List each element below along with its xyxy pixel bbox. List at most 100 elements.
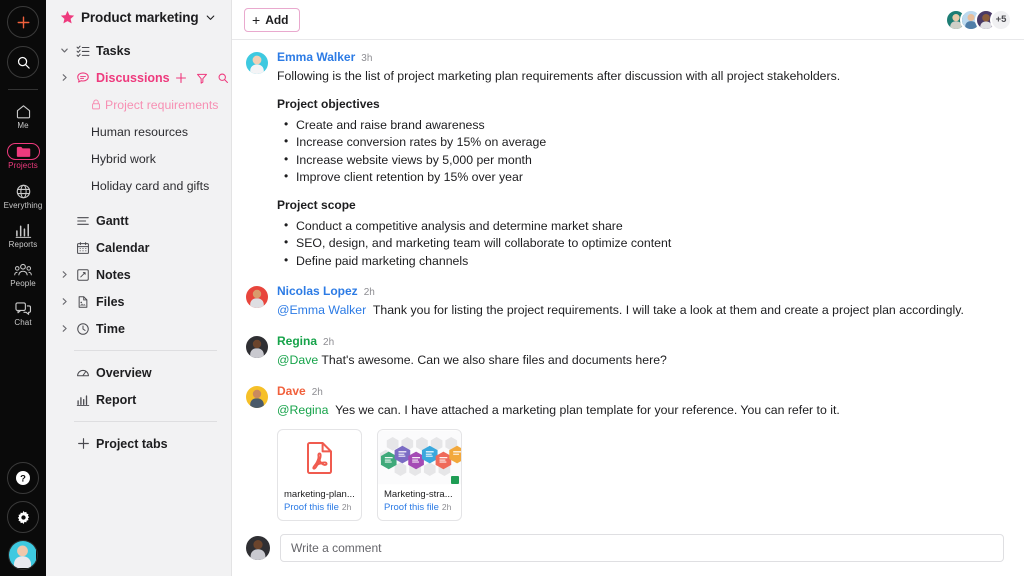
search-icon[interactable] bbox=[217, 72, 229, 84]
sidebar-item-label: Time bbox=[96, 321, 125, 336]
sidebar-item-discussions[interactable]: Discussions bbox=[56, 64, 228, 91]
member-avatar-stack[interactable]: +5 bbox=[945, 8, 1012, 31]
post-author[interactable]: Nicolas Lopez bbox=[277, 284, 358, 298]
discussion-thread: Emma Walker 3h Following is the list of … bbox=[232, 40, 1024, 530]
active-pill bbox=[6, 142, 40, 160]
proof-file-link[interactable]: Proof this file 2h bbox=[284, 502, 355, 513]
sidebar-item-tasks[interactable]: Tasks bbox=[56, 37, 221, 64]
sidebar-divider bbox=[74, 350, 217, 351]
post-text-body: Yes we can. I have attached a marketing … bbox=[335, 402, 840, 417]
global-nav-rail: Me Projects Everything Reports People Ch… bbox=[0, 0, 46, 576]
chevron-right-icon[interactable] bbox=[58, 297, 70, 306]
avatar-image bbox=[9, 541, 36, 568]
sidebar-item-time[interactable]: Time bbox=[56, 315, 221, 342]
pdf-icon bbox=[307, 441, 332, 474]
sidebar-item-gantt[interactable]: Gantt bbox=[56, 207, 221, 234]
note-icon bbox=[75, 268, 91, 282]
post-author[interactable]: Regina bbox=[277, 334, 317, 348]
attachment-card-spreadsheet[interactable]: Marketing-stra... Proof this file 2h bbox=[377, 429, 462, 522]
rail-item-label: Me bbox=[17, 121, 29, 130]
plus-icon bbox=[17, 16, 29, 28]
mention[interactable]: @Emma Walker bbox=[277, 303, 366, 317]
chevron-right-icon[interactable] bbox=[58, 73, 70, 82]
rail-item-reports[interactable]: Reports bbox=[0, 217, 46, 254]
post-author[interactable]: Emma Walker bbox=[277, 50, 355, 64]
attachment-filename: Marketing-stra... bbox=[384, 489, 453, 501]
settings-button[interactable] bbox=[7, 501, 39, 533]
objectives-list: Create and raise brand awareness Increas… bbox=[277, 116, 1008, 187]
rail-item-everything[interactable]: Everything bbox=[0, 178, 46, 215]
rail-item-projects[interactable]: Projects bbox=[0, 138, 46, 175]
rail-item-label: Everything bbox=[3, 200, 43, 210]
current-user-avatar[interactable] bbox=[8, 540, 38, 570]
project-header[interactable]: Product marketing bbox=[56, 0, 221, 37]
rail-item-people[interactable]: People bbox=[0, 257, 46, 293]
avatar[interactable] bbox=[246, 335, 268, 358]
sidebar-item-calendar[interactable]: Calendar bbox=[56, 234, 221, 261]
attachment-filename: marketing-plan... bbox=[284, 489, 355, 501]
sidebar-item-files[interactable]: Files bbox=[56, 288, 221, 315]
sidebar-item-notes[interactable]: Notes bbox=[56, 261, 221, 288]
plus-icon[interactable] bbox=[175, 72, 187, 84]
star-icon[interactable] bbox=[60, 10, 75, 25]
post-meta: Dave 2h bbox=[277, 384, 1008, 399]
proof-label: Proof this file bbox=[284, 502, 339, 514]
avatar[interactable] bbox=[246, 286, 268, 308]
current-user-avatar[interactable] bbox=[246, 536, 270, 560]
mention[interactable]: @Dave bbox=[277, 353, 318, 367]
attachment-timestamp: 2h bbox=[441, 502, 452, 513]
post-author[interactable]: Dave bbox=[277, 384, 306, 398]
add-button[interactable]: + Add bbox=[244, 7, 300, 32]
sidebar-item-project-requirements[interactable]: Project requirements bbox=[56, 91, 221, 118]
lock-icon bbox=[91, 99, 101, 110]
rail-item-me[interactable]: Me bbox=[0, 98, 46, 135]
global-search-button[interactable] bbox=[7, 46, 39, 78]
chevron-down-icon[interactable] bbox=[205, 12, 216, 23]
post-meta: Nicolas Lopez 2h bbox=[277, 284, 1008, 299]
bar-chart-icon bbox=[15, 224, 31, 239]
filter-icon[interactable] bbox=[196, 72, 208, 84]
chevron-down-icon[interactable] bbox=[58, 46, 70, 55]
list-item: Improve client retention by 15% over yea… bbox=[277, 168, 1008, 186]
avatar-overflow-count[interactable]: +5 bbox=[990, 8, 1012, 31]
globe-icon bbox=[16, 184, 30, 198]
sidebar-item-label: Overview bbox=[96, 365, 152, 380]
attachment-card-pdf[interactable]: marketing-plan... Proof this file 2h bbox=[277, 429, 362, 522]
bar-chart-icon bbox=[75, 393, 91, 407]
sidebar-item-label: Project tabs bbox=[96, 436, 168, 451]
chat-bubble-icon bbox=[75, 71, 91, 85]
chat-icon bbox=[14, 302, 31, 315]
sidebar-item-project-tabs[interactable]: Project tabs bbox=[56, 430, 221, 457]
attachment-list: marketing-plan... Proof this file 2h Mar… bbox=[277, 429, 1008, 522]
project-title: Product marketing bbox=[81, 10, 199, 25]
sidebar-item-overview[interactable]: Overview bbox=[56, 359, 221, 386]
rail-item-chat[interactable]: Chat bbox=[0, 296, 46, 332]
chevron-right-icon[interactable] bbox=[58, 324, 70, 333]
help-button[interactable]: ? bbox=[7, 462, 39, 494]
project-sidebar: Product marketing Tasks Discussions Proj… bbox=[46, 0, 232, 576]
post-text: @Regina Yes we can. I have attached a ma… bbox=[277, 402, 1008, 420]
comment-input[interactable]: Write a comment bbox=[280, 534, 1004, 562]
attachment-info: marketing-plan... Proof this file 2h bbox=[278, 485, 361, 520]
sidebar-item-human-resources[interactable]: Human resources bbox=[56, 118, 221, 145]
proof-file-link[interactable]: Proof this file 2h bbox=[384, 502, 455, 513]
sidebar-item-label: Files bbox=[96, 294, 125, 309]
sidebar-item-hybrid-work[interactable]: Hybrid work bbox=[56, 145, 221, 172]
avatar[interactable] bbox=[246, 385, 268, 408]
mention[interactable]: @Regina bbox=[277, 403, 328, 417]
post-text: @Emma Walker Thank you for listing the p… bbox=[277, 302, 1008, 320]
question-mark-icon: ? bbox=[16, 471, 30, 485]
sidebar-item-report[interactable]: Report bbox=[56, 386, 221, 413]
hexagon-infographic-thumbnail bbox=[378, 430, 461, 485]
post-nicolas-lopez: Nicolas Lopez 2h @Emma Walker Thank you … bbox=[246, 284, 1008, 320]
add-button[interactable] bbox=[7, 6, 39, 38]
post-timestamp: 2h bbox=[363, 287, 375, 298]
avatar[interactable] bbox=[246, 52, 268, 74]
add-button-label: Add bbox=[265, 12, 289, 27]
sidebar-item-holiday-card-and-gifts[interactable]: Holiday card and gifts bbox=[56, 172, 221, 199]
chevron-right-icon[interactable] bbox=[58, 270, 70, 279]
scope-list: Conduct a competitive analysis and deter… bbox=[277, 217, 1008, 270]
post-timestamp: 2h bbox=[323, 336, 335, 348]
rail-item-label: Projects bbox=[8, 160, 38, 170]
attachment-thumbnail bbox=[378, 430, 461, 485]
